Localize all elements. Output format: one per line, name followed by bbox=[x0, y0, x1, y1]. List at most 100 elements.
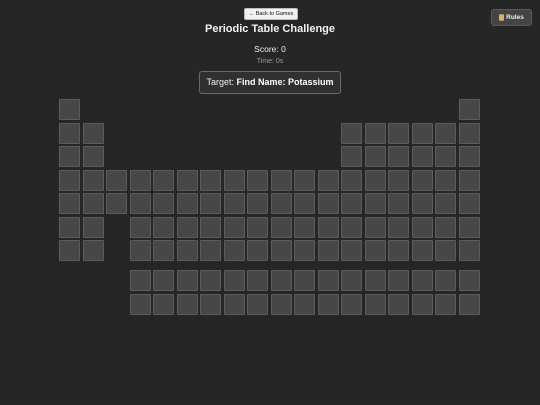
element-tile[interactable] bbox=[270, 270, 292, 291]
element-tile[interactable] bbox=[388, 169, 409, 191]
element-tile[interactable] bbox=[176, 169, 198, 191]
element-tile[interactable] bbox=[294, 216, 315, 238]
element-tile[interactable] bbox=[435, 216, 456, 238]
element-tile[interactable] bbox=[364, 293, 386, 315]
element-tile[interactable] bbox=[435, 270, 456, 291]
element-tile[interactable] bbox=[223, 169, 245, 191]
element-tile[interactable] bbox=[388, 240, 409, 261]
element-tile[interactable] bbox=[341, 122, 362, 144]
element-tile[interactable] bbox=[153, 240, 174, 261]
element-tile[interactable] bbox=[341, 146, 362, 167]
element-tile[interactable] bbox=[129, 216, 151, 238]
element-tile[interactable] bbox=[435, 122, 456, 144]
element-tile[interactable] bbox=[435, 146, 456, 167]
element-tile[interactable] bbox=[153, 216, 174, 238]
element-tile[interactable] bbox=[458, 99, 480, 120]
element-tile[interactable] bbox=[82, 146, 104, 167]
element-tile[interactable] bbox=[176, 193, 198, 214]
element-tile[interactable] bbox=[294, 293, 315, 315]
element-tile[interactable] bbox=[153, 169, 174, 191]
element-tile[interactable] bbox=[341, 240, 362, 261]
element-tile[interactable] bbox=[176, 293, 198, 315]
element-tile[interactable] bbox=[388, 122, 409, 144]
element-tile[interactable] bbox=[153, 193, 174, 214]
element-tile[interactable] bbox=[200, 270, 221, 291]
element-tile[interactable] bbox=[388, 146, 409, 167]
element-tile[interactable] bbox=[364, 193, 386, 214]
element-tile[interactable] bbox=[153, 293, 174, 315]
element-tile[interactable] bbox=[223, 216, 245, 238]
element-tile[interactable] bbox=[82, 169, 104, 191]
element-tile[interactable] bbox=[341, 169, 362, 191]
element-tile[interactable] bbox=[270, 193, 292, 214]
element-tile[interactable] bbox=[388, 270, 409, 291]
element-tile[interactable] bbox=[247, 216, 268, 238]
element-tile[interactable] bbox=[294, 240, 315, 261]
element-tile[interactable] bbox=[364, 146, 386, 167]
element-tile[interactable] bbox=[341, 216, 362, 238]
element-tile[interactable] bbox=[458, 293, 480, 315]
element-tile[interactable] bbox=[270, 293, 292, 315]
element-tile[interactable] bbox=[247, 193, 268, 214]
element-tile[interactable] bbox=[411, 193, 433, 214]
element-tile[interactable] bbox=[223, 240, 245, 261]
element-tile[interactable] bbox=[341, 293, 362, 315]
element-tile[interactable] bbox=[458, 122, 480, 144]
element-tile[interactable] bbox=[59, 122, 80, 144]
element-tile[interactable] bbox=[411, 216, 433, 238]
element-tile[interactable] bbox=[223, 270, 245, 291]
element-tile[interactable] bbox=[388, 193, 409, 214]
element-tile[interactable] bbox=[388, 216, 409, 238]
element-tile[interactable] bbox=[129, 193, 151, 214]
element-tile[interactable] bbox=[200, 169, 221, 191]
element-tile[interactable] bbox=[59, 146, 80, 167]
element-tile[interactable] bbox=[458, 169, 480, 191]
element-tile[interactable] bbox=[364, 240, 386, 261]
element-tile[interactable] bbox=[129, 169, 151, 191]
element-tile[interactable] bbox=[388, 293, 409, 315]
element-tile[interactable] bbox=[458, 270, 480, 291]
element-tile[interactable] bbox=[364, 169, 386, 191]
element-tile[interactable] bbox=[317, 240, 339, 261]
element-tile[interactable] bbox=[247, 270, 268, 291]
element-tile[interactable] bbox=[458, 193, 480, 214]
element-tile[interactable] bbox=[458, 146, 480, 167]
element-tile[interactable] bbox=[59, 240, 80, 261]
element-tile[interactable] bbox=[317, 216, 339, 238]
element-tile[interactable] bbox=[458, 216, 480, 238]
element-tile[interactable] bbox=[435, 240, 456, 261]
element-tile[interactable] bbox=[294, 270, 315, 291]
element-tile[interactable] bbox=[106, 193, 127, 214]
element-tile[interactable] bbox=[435, 169, 456, 191]
element-tile[interactable] bbox=[200, 216, 221, 238]
element-tile[interactable] bbox=[200, 193, 221, 214]
element-tile[interactable] bbox=[458, 240, 480, 261]
element-tile[interactable] bbox=[294, 169, 315, 191]
element-tile[interactable] bbox=[59, 216, 80, 238]
element-tile[interactable] bbox=[200, 240, 221, 261]
element-tile[interactable] bbox=[59, 193, 80, 214]
element-tile[interactable] bbox=[82, 216, 104, 238]
element-tile[interactable] bbox=[247, 293, 268, 315]
element-tile[interactable] bbox=[341, 193, 362, 214]
element-tile[interactable] bbox=[59, 99, 80, 120]
element-tile[interactable] bbox=[129, 293, 151, 315]
element-tile[interactable] bbox=[247, 240, 268, 261]
element-tile[interactable] bbox=[129, 270, 151, 291]
element-tile[interactable] bbox=[129, 240, 151, 261]
element-tile[interactable] bbox=[270, 169, 292, 191]
element-tile[interactable] bbox=[364, 270, 386, 291]
element-tile[interactable] bbox=[411, 240, 433, 261]
element-tile[interactable] bbox=[317, 169, 339, 191]
element-tile[interactable] bbox=[82, 122, 104, 144]
element-tile[interactable] bbox=[200, 293, 221, 315]
element-tile[interactable] bbox=[223, 193, 245, 214]
element-tile[interactable] bbox=[435, 293, 456, 315]
element-tile[interactable] bbox=[317, 193, 339, 214]
element-tile[interactable] bbox=[176, 240, 198, 261]
element-tile[interactable] bbox=[435, 193, 456, 214]
element-tile[interactable] bbox=[411, 146, 433, 167]
element-tile[interactable] bbox=[270, 240, 292, 261]
element-tile[interactable] bbox=[82, 240, 104, 261]
element-tile[interactable] bbox=[364, 122, 386, 144]
